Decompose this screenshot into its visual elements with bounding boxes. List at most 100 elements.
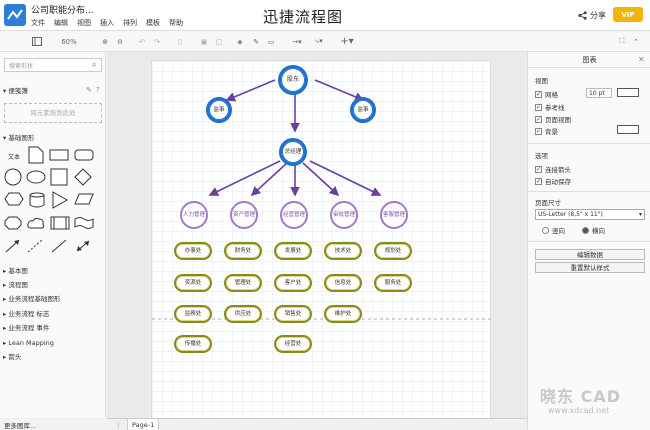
node-c4-1[interactable]: 技术处: [324, 242, 362, 260]
search-icon[interactable]: ⌕: [92, 60, 96, 70]
zoom-level[interactable]: 60%: [58, 35, 80, 48]
edit-data-button[interactable]: 编辑数据: [535, 249, 645, 260]
to-front-icon[interactable]: ▣: [199, 35, 209, 48]
page-view-checkbox[interactable]: ✓ 页面视图: [535, 114, 571, 124]
node-c3-2[interactable]: 客户处: [274, 274, 312, 292]
node-c4-2[interactable]: 信息处: [324, 274, 362, 292]
edit-scratchpad-icon[interactable]: ✎: [86, 86, 92, 94]
rounded-rect-shape[interactable]: [74, 149, 94, 161]
more-shapes-link[interactable]: 更多图库...: [4, 420, 36, 430]
square-shape[interactable]: [50, 168, 68, 186]
rectangle-shape[interactable]: [49, 149, 69, 161]
node-c1-4[interactable]: 传播处: [174, 335, 212, 353]
node-top[interactable]: 股东: [278, 65, 308, 95]
cylinder-shape[interactable]: [28, 192, 46, 208]
node-dept-4[interactable]: 审批管理: [330, 201, 358, 229]
background-checkbox[interactable]: ✓ 背景: [535, 126, 558, 136]
basic-shapes-header[interactable]: ▾ 基础图形: [0, 131, 105, 145]
page-size-select[interactable]: US-Letter (8,5" x 11") ▾: [535, 209, 645, 220]
line-shape[interactable]: [50, 238, 68, 254]
grid-color-swatch[interactable]: [617, 88, 639, 97]
diamond-shape[interactable]: [74, 168, 92, 186]
zoom-out-icon[interactable]: ⊖: [115, 35, 125, 48]
help-icon[interactable]: ?: [96, 86, 100, 94]
grid-size-input[interactable]: 10 pt: [586, 88, 612, 98]
collapse-icon[interactable]: ⌃: [631, 35, 641, 48]
landscape-radio[interactable]: 横向: [582, 225, 605, 235]
node-c2-3[interactable]: 供应处: [224, 305, 262, 323]
background-color-swatch[interactable]: [617, 125, 639, 134]
shape-search-input[interactable]: 搜索形状: [4, 58, 102, 72]
fullscreen-icon[interactable]: ⛶: [617, 35, 627, 48]
node-dept-3[interactable]: 经营管理: [280, 201, 308, 229]
node-c1-1[interactable]: 办事处: [174, 242, 212, 260]
page-tab[interactable]: Page-1: [127, 419, 160, 430]
tape-shape[interactable]: [74, 216, 94, 230]
portrait-radio[interactable]: 竖向: [542, 225, 565, 235]
menu-template[interactable]: 模板: [146, 18, 160, 28]
document-shape[interactable]: [28, 146, 44, 164]
node-c5-2[interactable]: 服务处: [374, 274, 412, 292]
share-button[interactable]: 分享: [578, 10, 606, 21]
node-c5-1[interactable]: 规划处: [374, 242, 412, 260]
node-c4-3[interactable]: 维护处: [324, 305, 362, 323]
octagon-shape[interactable]: [4, 216, 22, 230]
node-c3-4[interactable]: 经营处: [274, 335, 312, 353]
menu-arrange[interactable]: 排列: [123, 18, 137, 28]
section-bpmn-markers[interactable]: ▸ 业务流程 标志: [0, 307, 105, 321]
section-bpmn-events[interactable]: ▸ 业务流程 事件: [0, 321, 105, 335]
format-panel-icon[interactable]: [30, 35, 44, 48]
waypoint-style-icon[interactable]: ⤷▾: [310, 35, 328, 48]
shadow-icon[interactable]: ▭: [266, 35, 276, 48]
redo-icon[interactable]: ↷: [152, 35, 162, 48]
parallelogram-shape[interactable]: [74, 193, 94, 205]
document-title[interactable]: 公司职能分布...: [31, 3, 94, 16]
connect-arrows-checkbox[interactable]: ✓ 连接箭头: [535, 164, 571, 174]
page-menu-icon[interactable]: ⋮: [115, 419, 122, 430]
menu-insert[interactable]: 插入: [100, 18, 114, 28]
autosave-checkbox[interactable]: ✓ 自动保存: [535, 176, 571, 186]
insert-plus-icon[interactable]: +▾: [338, 35, 356, 48]
node-c1-2[interactable]: 资源处: [174, 274, 212, 292]
triangle-shape[interactable]: [52, 191, 68, 209]
connection-style-icon[interactable]: →▾: [288, 35, 306, 48]
grid-checkbox[interactable]: ✓ 网格: [535, 89, 558, 99]
to-back-icon[interactable]: ▢: [214, 35, 224, 48]
menu-file[interactable]: 文件: [31, 18, 45, 28]
node-dept-2[interactable]: 资产管理: [230, 201, 258, 229]
diagram-page[interactable]: 股东 监事 监事 总经理 人力管理 资产管理 经营管理 审批管理 客服管理 办事…: [151, 60, 492, 418]
section-arrows[interactable]: ▸ 箭头: [0, 350, 105, 364]
guides-checkbox[interactable]: ✓ 参考线: [535, 102, 565, 112]
node-dept-5[interactable]: 客服管理: [380, 201, 408, 229]
text-shape[interactable]: 文本: [8, 152, 20, 161]
node-c3-3[interactable]: 销售处: [274, 305, 312, 323]
cloud-shape[interactable]: [26, 216, 46, 230]
ellipse-shape[interactable]: [26, 170, 46, 184]
node-c1-3[interactable]: 监察处: [174, 305, 212, 323]
node-c3-1[interactable]: 发展处: [274, 242, 312, 260]
section-flowchart[interactable]: ▸ 流程图: [0, 278, 105, 292]
node-right[interactable]: 监事: [350, 97, 376, 123]
node-dept-1[interactable]: 人力管理: [180, 201, 208, 229]
section-basic[interactable]: ▸ 基本图: [0, 264, 105, 278]
vip-badge[interactable]: VIP: [613, 7, 643, 22]
undo-icon[interactable]: ↶: [137, 35, 147, 48]
zoom-in-icon[interactable]: ⊕: [100, 35, 110, 48]
scratchpad-dropzone[interactable]: 将元素拖到此处: [4, 103, 102, 123]
circle-shape[interactable]: [4, 168, 22, 186]
hexagon-shape[interactable]: [4, 192, 24, 206]
node-c2-1[interactable]: 财务处: [224, 242, 262, 260]
delete-icon[interactable]: ▯: [175, 35, 185, 48]
node-c2-2[interactable]: 管理处: [224, 274, 262, 292]
menu-edit[interactable]: 编辑: [54, 18, 68, 28]
section-bpmn-basic[interactable]: ▸ 业务流程基础图形: [0, 292, 105, 306]
process-shape[interactable]: [50, 216, 70, 230]
section-lean-mapping[interactable]: ▸ Lean Mapping: [0, 336, 105, 350]
double-arrow-shape[interactable]: [74, 238, 92, 254]
node-mid[interactable]: 总经理: [279, 138, 307, 166]
dashed-line-shape[interactable]: [26, 238, 44, 254]
line-color-icon[interactable]: ✎: [251, 35, 261, 48]
node-left[interactable]: 监事: [206, 97, 232, 123]
close-panel-icon[interactable]: ✕: [638, 55, 645, 64]
reset-style-button[interactable]: 重置默认样式: [535, 262, 645, 273]
